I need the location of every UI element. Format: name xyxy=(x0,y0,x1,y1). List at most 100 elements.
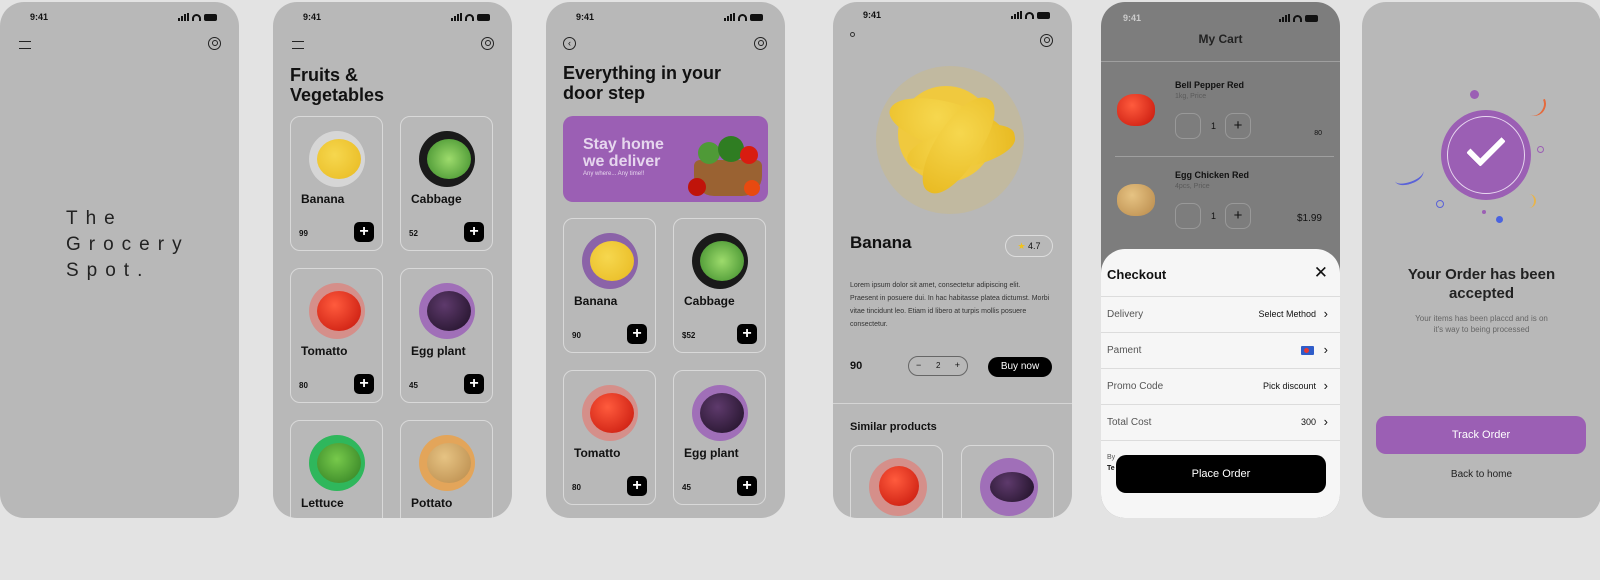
plus-icon[interactable]: + xyxy=(1225,113,1251,139)
battery-icon xyxy=(204,14,217,21)
add-to-cart-icon[interactable]: + xyxy=(627,476,647,496)
product-name: Egg plant xyxy=(684,446,739,460)
status-icons xyxy=(1011,11,1050,19)
status-icons xyxy=(451,13,490,21)
quantity-minus-button[interactable] xyxy=(1175,203,1201,229)
logo-line-3: Spot. xyxy=(66,260,151,281)
status-time: 9:41 xyxy=(863,10,882,20)
accepted-title: Your Order has been accepted xyxy=(1362,265,1600,303)
signal-icon xyxy=(1011,11,1022,19)
rating-badge: ★ 4.7 xyxy=(1005,235,1053,257)
add-to-cart-icon[interactable]: + xyxy=(737,476,757,496)
profile-icon[interactable] xyxy=(208,37,221,50)
plus-icon[interactable]: + xyxy=(1225,203,1251,229)
quantity-minus-button[interactable] xyxy=(1175,113,1201,139)
signal-icon xyxy=(451,13,462,21)
menu-icon[interactable] xyxy=(19,41,31,49)
status-time: 9:41 xyxy=(30,12,49,22)
quantity-value: 1 xyxy=(1211,121,1217,131)
add-to-cart-icon[interactable]: + xyxy=(354,374,374,394)
page-title: Everything in your door step xyxy=(563,63,721,103)
product-card[interactable]: Egg plant 45 + xyxy=(400,268,493,403)
status-bar: 9:41 xyxy=(833,9,1072,23)
product-card[interactable]: Lettuce xyxy=(290,420,383,518)
similar-product-card[interactable] xyxy=(961,445,1054,518)
status-icons xyxy=(178,13,217,21)
checkout-row[interactable]: Total Cost 300 › xyxy=(1101,405,1340,441)
checkout-row-value: Select Method xyxy=(1258,309,1316,319)
status-time: 9:41 xyxy=(1123,13,1142,23)
checkout-row[interactable]: Delivery Select Method › xyxy=(1101,297,1340,333)
product-card[interactable]: Pottato xyxy=(400,420,493,518)
product-price: 45 xyxy=(409,381,418,390)
status-icons xyxy=(1279,14,1318,22)
buy-now-button[interactable]: Buy now xyxy=(988,357,1052,377)
cart-item: Bell Pepper Red 1kg, Price 1 +80 xyxy=(1101,70,1340,160)
accepted-subtitle: Your items has been placcd and is on it'… xyxy=(1362,313,1600,335)
battery-icon xyxy=(1037,12,1050,19)
quantity-stepper[interactable]: − 2 + xyxy=(908,356,968,376)
chevron-right-icon: › xyxy=(1323,306,1328,321)
plus-icon[interactable]: + xyxy=(955,360,960,370)
close-icon[interactable]: ✕ xyxy=(1314,263,1328,283)
product-card[interactable]: Cabbage 52 + xyxy=(400,116,493,251)
checkout-row[interactable]: Pament › xyxy=(1101,333,1340,369)
checkout-row[interactable]: Promo Code Pick discount › xyxy=(1101,369,1340,405)
chevron-right-icon: › xyxy=(1323,414,1328,429)
banner-line-1: Stay home xyxy=(583,136,664,153)
checkout-row-label: Delivery xyxy=(1107,309,1144,320)
back-icon[interactable] xyxy=(850,32,855,37)
back-to-home-link[interactable]: Back to home xyxy=(1362,469,1600,480)
divider xyxy=(1101,61,1340,62)
quantity-value: 1 xyxy=(1211,211,1217,221)
product-card[interactable]: Banana 90 + xyxy=(563,218,656,353)
product-price: $52 xyxy=(682,331,696,340)
logo-line-2: Grocery xyxy=(66,234,190,255)
similar-product-card[interactable] xyxy=(850,445,943,518)
menu-icon[interactable] xyxy=(292,41,304,49)
add-to-cart-icon[interactable]: + xyxy=(464,374,484,394)
product-card[interactable]: Tomatto 80 + xyxy=(563,370,656,505)
status-icons xyxy=(724,13,763,21)
profile-icon[interactable] xyxy=(481,37,494,50)
cabbage-image xyxy=(427,139,471,179)
title-line-2: Vegetables xyxy=(290,85,385,105)
add-to-cart-icon[interactable]: + xyxy=(627,324,647,344)
profile-icon[interactable] xyxy=(1040,34,1053,47)
back-icon[interactable]: ‹ xyxy=(563,37,576,50)
profile-icon[interactable] xyxy=(754,37,767,50)
product-card[interactable]: Cabbage $52 + xyxy=(673,218,766,353)
add-to-cart-icon[interactable]: + xyxy=(737,324,757,344)
status-bar: 9:41 xyxy=(546,11,785,25)
page-title: My Cart xyxy=(1198,32,1243,46)
potato-image xyxy=(427,443,471,483)
add-to-cart-icon[interactable]: + xyxy=(354,222,374,242)
promo-banner[interactable]: Stay home we deliver Any where... Any ti… xyxy=(563,116,768,202)
phone-detail: 9:41 Banana ★ 4.7 Lorem ipsum dolor sit … xyxy=(833,2,1072,518)
divider xyxy=(1115,156,1334,157)
product-card[interactable]: Egg plant 45 + xyxy=(673,370,766,505)
signal-icon xyxy=(724,13,735,21)
banana-image xyxy=(590,241,634,281)
divider xyxy=(833,403,1072,404)
chevron-right-icon: › xyxy=(1323,342,1328,357)
minus-icon[interactable]: − xyxy=(916,360,921,370)
cart-item-name: Bell Pepper Red xyxy=(1175,80,1245,90)
checkout-row-label: Total Cost xyxy=(1107,417,1152,428)
add-to-cart-icon[interactable]: + xyxy=(464,222,484,242)
product-name: Banana xyxy=(574,294,618,308)
track-order-button[interactable]: Track Order xyxy=(1376,416,1586,454)
accepted-subtitle-line-1: Your items has been placcd and is on xyxy=(1415,314,1548,323)
chevron-right-icon: › xyxy=(1323,378,1328,393)
logo-line-1: The xyxy=(66,208,123,229)
divider xyxy=(1101,440,1340,441)
tomato-image xyxy=(317,291,361,331)
product-card[interactable]: Tomatto 80 + xyxy=(290,268,383,403)
place-order-button[interactable]: Place Order xyxy=(1116,455,1326,493)
wifi-icon xyxy=(1025,12,1034,19)
terms-link[interactable]: Te xyxy=(1107,463,1115,474)
lettuce-image xyxy=(317,443,361,483)
wifi-icon xyxy=(465,14,474,21)
product-name: Lettuce xyxy=(301,496,344,510)
product-card[interactable]: Banana 99 + xyxy=(290,116,383,251)
